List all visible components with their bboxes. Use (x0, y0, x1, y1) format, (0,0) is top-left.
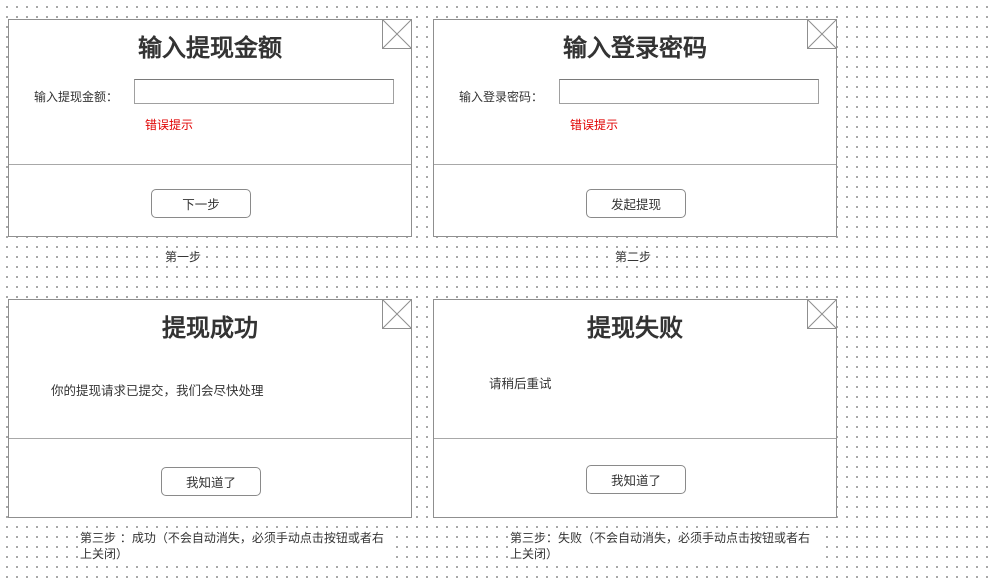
next-step-button[interactable]: 下一步 (151, 189, 251, 218)
step-caption: 第二步 (615, 249, 652, 265)
close-icon[interactable] (383, 20, 411, 48)
login-password-dialog: 输入登录密码 输入登录密码： 错误提示 发起提现 (433, 19, 837, 237)
dialog-title: 输入登录密码 (563, 34, 707, 62)
divider (9, 164, 411, 165)
withdraw-amount-dialog: 输入提现金额 输入提现金额： 错误提示 下一步 (8, 19, 412, 237)
divider (434, 164, 836, 165)
success-message: 你的提现请求已提交，我们会尽快处理 (51, 383, 264, 398)
password-input[interactable] (559, 79, 819, 104)
dialog-title: 输入提现金额 (138, 34, 282, 62)
close-button[interactable] (807, 20, 836, 49)
amount-input[interactable] (134, 79, 394, 104)
close-button[interactable] (807, 300, 836, 329)
divider (9, 438, 411, 439)
step-caption: 第三步：失败（不会自动消失，必须手动点击按钮或者右上关闭） (510, 530, 820, 562)
close-icon[interactable] (808, 20, 836, 48)
submit-withdraw-button[interactable]: 发起提现 (586, 189, 686, 218)
withdraw-success-dialog: 提现成功 你的提现请求已提交，我们会尽快处理 我知道了 (8, 299, 412, 518)
divider (434, 438, 836, 439)
close-button[interactable] (382, 20, 411, 49)
withdraw-failure-dialog: 提现失败 请稍后重试 我知道了 (433, 299, 837, 518)
close-icon[interactable] (383, 300, 411, 328)
dialog-title: 提现失败 (587, 314, 683, 342)
failure-message: 请稍后重试 (489, 376, 552, 391)
step-caption: 第一步 (165, 249, 202, 265)
acknowledge-button[interactable]: 我知道了 (161, 467, 261, 496)
error-hint: 错误提示 (570, 118, 619, 132)
amount-label: 输入提现金额： (34, 90, 119, 104)
close-icon[interactable] (808, 300, 836, 328)
acknowledge-button[interactable]: 我知道了 (586, 465, 686, 494)
close-button[interactable] (382, 300, 411, 329)
password-label: 输入登录密码： (459, 90, 544, 104)
error-hint: 错误提示 (145, 118, 194, 132)
dialog-title: 提现成功 (162, 314, 258, 342)
step-caption: 第三步 ：成功（不会自动消失，必须手动点击按钮或者右上关闭） (80, 530, 390, 562)
